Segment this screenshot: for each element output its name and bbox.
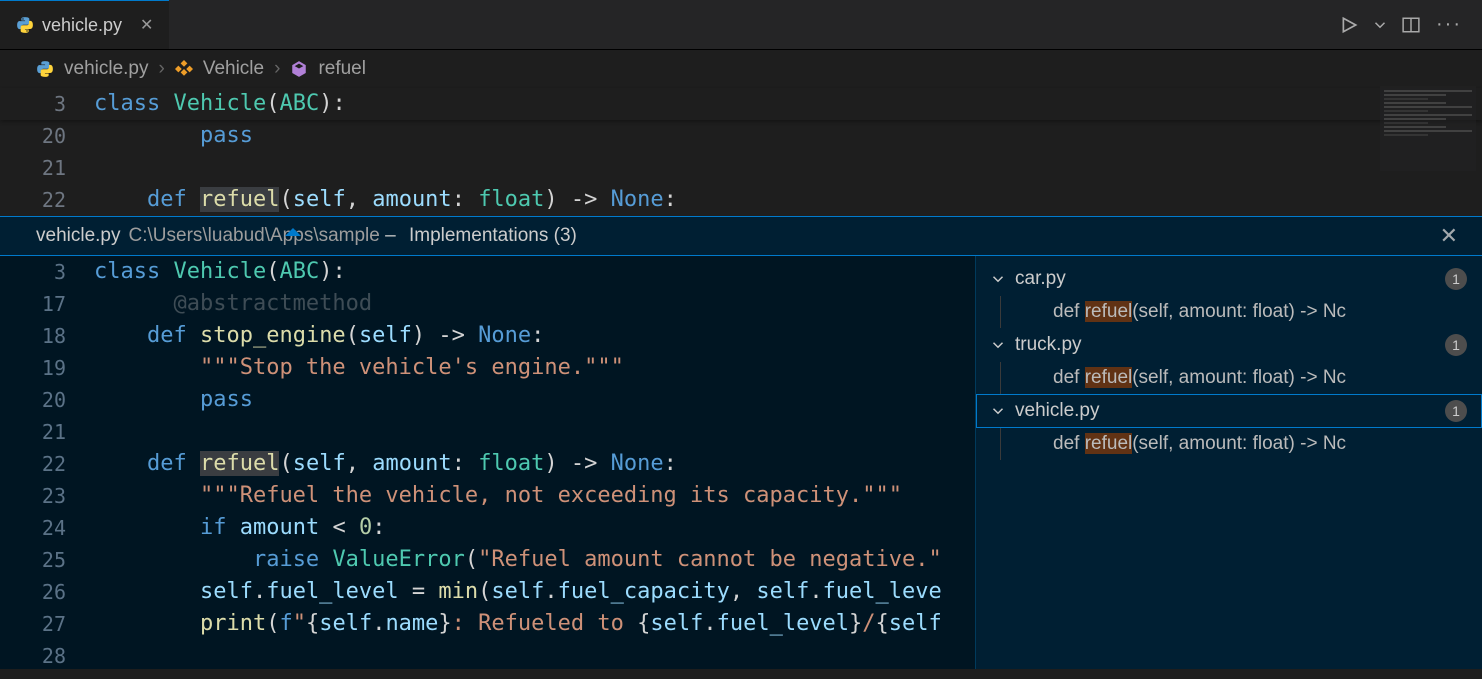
- crumb-file[interactable]: vehicle.py: [64, 58, 149, 80]
- line-number: 18: [0, 324, 94, 348]
- code-text: if amount < 0:: [94, 512, 385, 544]
- close-icon[interactable]: ✕: [140, 15, 153, 35]
- run-icon[interactable]: [1340, 16, 1358, 34]
- count-badge: 1: [1445, 268, 1467, 290]
- line-number: 23: [0, 484, 94, 508]
- chevron-down-icon[interactable]: [1374, 19, 1386, 31]
- line-number: 28: [0, 644, 94, 668]
- chevron-right-icon: ›: [274, 58, 280, 80]
- class-icon: [175, 60, 193, 78]
- line-number: 20: [0, 124, 94, 148]
- sticky-scroll-line[interactable]: 3 class Vehicle(ABC):: [0, 256, 975, 288]
- code-text: """Refuel the vehicle, not exceeding its…: [94, 480, 902, 512]
- peek-path: C:\Users\luabud\Apps\sample: [129, 225, 380, 247]
- code-line[interactable]: 22 def refuel(self, amount: float) -> No…: [0, 184, 1482, 216]
- chevron-down-icon[interactable]: [991, 273, 1005, 285]
- line-number: 3: [0, 92, 94, 116]
- close-icon[interactable]: ✕: [1440, 223, 1458, 249]
- peek-title: Implementations (3): [409, 225, 577, 247]
- result-file[interactable]: vehicle.py 1: [976, 394, 1482, 428]
- python-icon: [36, 60, 54, 78]
- code-line[interactable]: 20 pass: [0, 120, 1482, 152]
- code-line[interactable]: 18 def stop_engine(self) -> None:: [0, 320, 975, 352]
- peek-pointer-icon: [285, 228, 301, 236]
- sticky-scroll-line[interactable]: 3 class Vehicle(ABC):: [0, 88, 1482, 120]
- code-line[interactable]: 20 pass: [0, 384, 975, 416]
- peek-header: vehicle.py C:\Users\luabud\Apps\sample –…: [0, 216, 1482, 256]
- code-line[interactable]: 27 print(f"{self.name}: Refueled to {sel…: [0, 608, 975, 640]
- line-number: 21: [0, 420, 94, 444]
- peek-editor[interactable]: 3 class Vehicle(ABC): 17 @abstractmethod…: [0, 256, 975, 669]
- chevron-down-icon[interactable]: [991, 405, 1005, 417]
- tab-bar: vehicle.py ✕ ···: [0, 0, 1482, 50]
- code-text: pass: [94, 384, 253, 416]
- chevron-right-icon: ›: [159, 58, 165, 80]
- tab-vehicle-py[interactable]: vehicle.py ✕: [0, 0, 169, 49]
- peek-file: vehicle.py: [36, 225, 121, 247]
- method-icon: [290, 60, 308, 78]
- breadcrumb[interactable]: vehicle.py › Vehicle › refuel: [0, 50, 1482, 88]
- count-badge: 1: [1445, 400, 1467, 422]
- code-text: @abstractmethod: [94, 288, 372, 320]
- line-number: 25: [0, 548, 94, 572]
- code-line[interactable]: 21: [0, 416, 975, 448]
- line-number: 3: [0, 260, 94, 284]
- editor-actions: ···: [1340, 0, 1482, 49]
- peek-body: 3 class Vehicle(ABC): 17 @abstractmethod…: [0, 256, 1482, 669]
- editor-body[interactable]: 20 pass2122 def refuel(self, amount: flo…: [0, 120, 1482, 216]
- code-line[interactable]: 17 @abstractmethod: [0, 288, 975, 320]
- result-file[interactable]: truck.py 1: [976, 328, 1482, 362]
- code-line[interactable]: 28: [0, 640, 975, 669]
- line-number: 21: [0, 156, 94, 180]
- code-text: pass: [94, 120, 253, 152]
- count-badge: 1: [1445, 334, 1467, 356]
- result-line[interactable]: def refuel(self, amount: float) -> Nc: [1000, 428, 1482, 460]
- line-number: 19: [0, 356, 94, 380]
- result-filename: car.py: [1015, 268, 1066, 290]
- code-line[interactable]: 24 if amount < 0:: [0, 512, 975, 544]
- code-text: class Vehicle(ABC):: [94, 256, 346, 288]
- code-text: print(f"{self.name}: Refueled to {self.f…: [94, 608, 942, 640]
- chevron-down-icon[interactable]: [991, 339, 1005, 351]
- python-icon: [16, 16, 34, 34]
- code-line[interactable]: 25 raise ValueError("Refuel amount canno…: [0, 544, 975, 576]
- line-number: 24: [0, 516, 94, 540]
- result-filename: truck.py: [1015, 334, 1082, 356]
- code-text: def refuel(self, amount: float) -> None:: [94, 448, 677, 480]
- minimap[interactable]: [1380, 86, 1476, 171]
- code-line[interactable]: 23 """Refuel the vehicle, not exceeding …: [0, 480, 975, 512]
- crumb-class[interactable]: Vehicle: [203, 58, 264, 80]
- code-line[interactable]: 26 self.fuel_level = min(self.fuel_capac…: [0, 576, 975, 608]
- line-number: 27: [0, 612, 94, 636]
- code-text: self.fuel_level = min(self.fuel_capacity…: [94, 576, 942, 608]
- more-icon[interactable]: ···: [1436, 13, 1462, 36]
- result-line[interactable]: def refuel(self, amount: float) -> Nc: [1000, 296, 1482, 328]
- code-text: raise ValueError("Refuel amount cannot b…: [94, 544, 942, 576]
- code-line[interactable]: 21: [0, 152, 1482, 184]
- line-number: 20: [0, 388, 94, 412]
- result-line[interactable]: def refuel(self, amount: float) -> Nc: [1000, 362, 1482, 394]
- code-line[interactable]: 19 """Stop the vehicle's engine.""": [0, 352, 975, 384]
- code-text: class Vehicle(ABC):: [94, 88, 346, 120]
- line-number: 26: [0, 580, 94, 604]
- crumb-method[interactable]: refuel: [318, 58, 366, 80]
- code-text: def refuel(self, amount: float) -> None:: [94, 184, 677, 216]
- line-number: 22: [0, 188, 94, 212]
- line-number: 22: [0, 452, 94, 476]
- code-text: """Stop the vehicle's engine.""": [94, 352, 624, 384]
- tab-label: vehicle.py: [42, 15, 122, 36]
- split-editor-icon[interactable]: [1402, 16, 1420, 34]
- line-number: 17: [0, 292, 94, 316]
- result-filename: vehicle.py: [1015, 400, 1100, 422]
- reference-list[interactable]: car.py 1 def refuel(self, amount: float) -…: [975, 256, 1482, 669]
- code-text: def stop_engine(self) -> None:: [94, 320, 544, 352]
- code-line[interactable]: 22 def refuel(self, amount: float) -> No…: [0, 448, 975, 480]
- result-file[interactable]: car.py 1: [976, 262, 1482, 296]
